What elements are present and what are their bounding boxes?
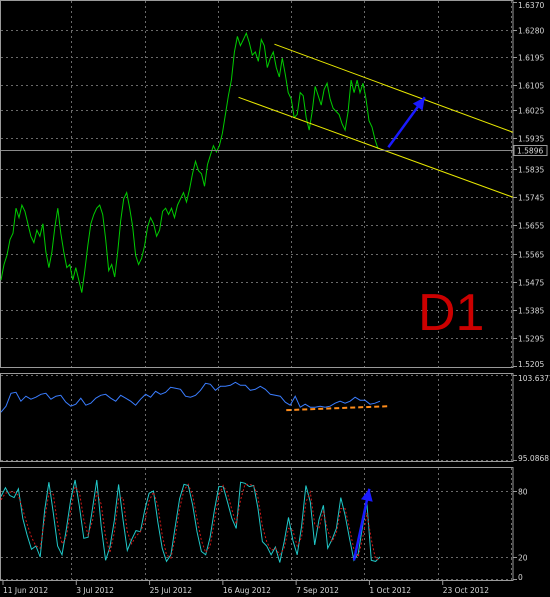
x-tick-label: 3 Jul 2012 <box>76 586 114 595</box>
y-tick-label: 1.6370 <box>518 1 544 10</box>
y-tick-label: 1.5655 <box>518 222 544 231</box>
y-tick-label: 1.6195 <box>518 54 544 63</box>
y-tick-label: 1.5385 <box>518 307 544 316</box>
y-tick-label: 20 <box>518 554 528 563</box>
x-tick-label: 11 Jun 2012 <box>3 586 48 595</box>
y-tick-label: 1.6105 <box>518 82 544 91</box>
current-price-label: 1.5896 <box>517 147 543 156</box>
x-tick-label: 23 Oct 2012 <box>443 586 490 595</box>
timeframe-label: D1 <box>418 284 484 342</box>
y-tick-label: 1.5835 <box>518 166 544 175</box>
y-tick-label: 1.6025 <box>518 107 544 116</box>
y-tick-label: 1.5745 <box>518 194 544 203</box>
x-tick-label: 7 Sep 2012 <box>296 586 339 595</box>
y-tick-label: 1.5475 <box>518 279 544 288</box>
chart-svg: 1.5896 D1 11 Jun 2012 3 Jul 2012 25 Jul 201… <box>0 0 550 597</box>
y-tick-label: 1.5295 <box>518 335 544 344</box>
y-tick-label: 80 <box>518 488 528 497</box>
y-tick-label: 103.6372 <box>518 374 550 383</box>
y-tick-label: 0 <box>518 573 523 582</box>
y-tick-label: 95.0868 <box>518 454 549 463</box>
x-tick-label: 1 Oct 2012 <box>369 586 411 595</box>
y-tick-label: 1.6280 <box>518 27 544 36</box>
y-tick-label: 1.5205 <box>518 360 544 369</box>
x-tick-label: 25 Jul 2012 <box>150 586 193 595</box>
x-tick-label: 16 Aug 2012 <box>223 586 271 595</box>
y-tick-label: 1.5935 <box>518 135 544 144</box>
y-tick-label: 1.5565 <box>518 251 544 260</box>
